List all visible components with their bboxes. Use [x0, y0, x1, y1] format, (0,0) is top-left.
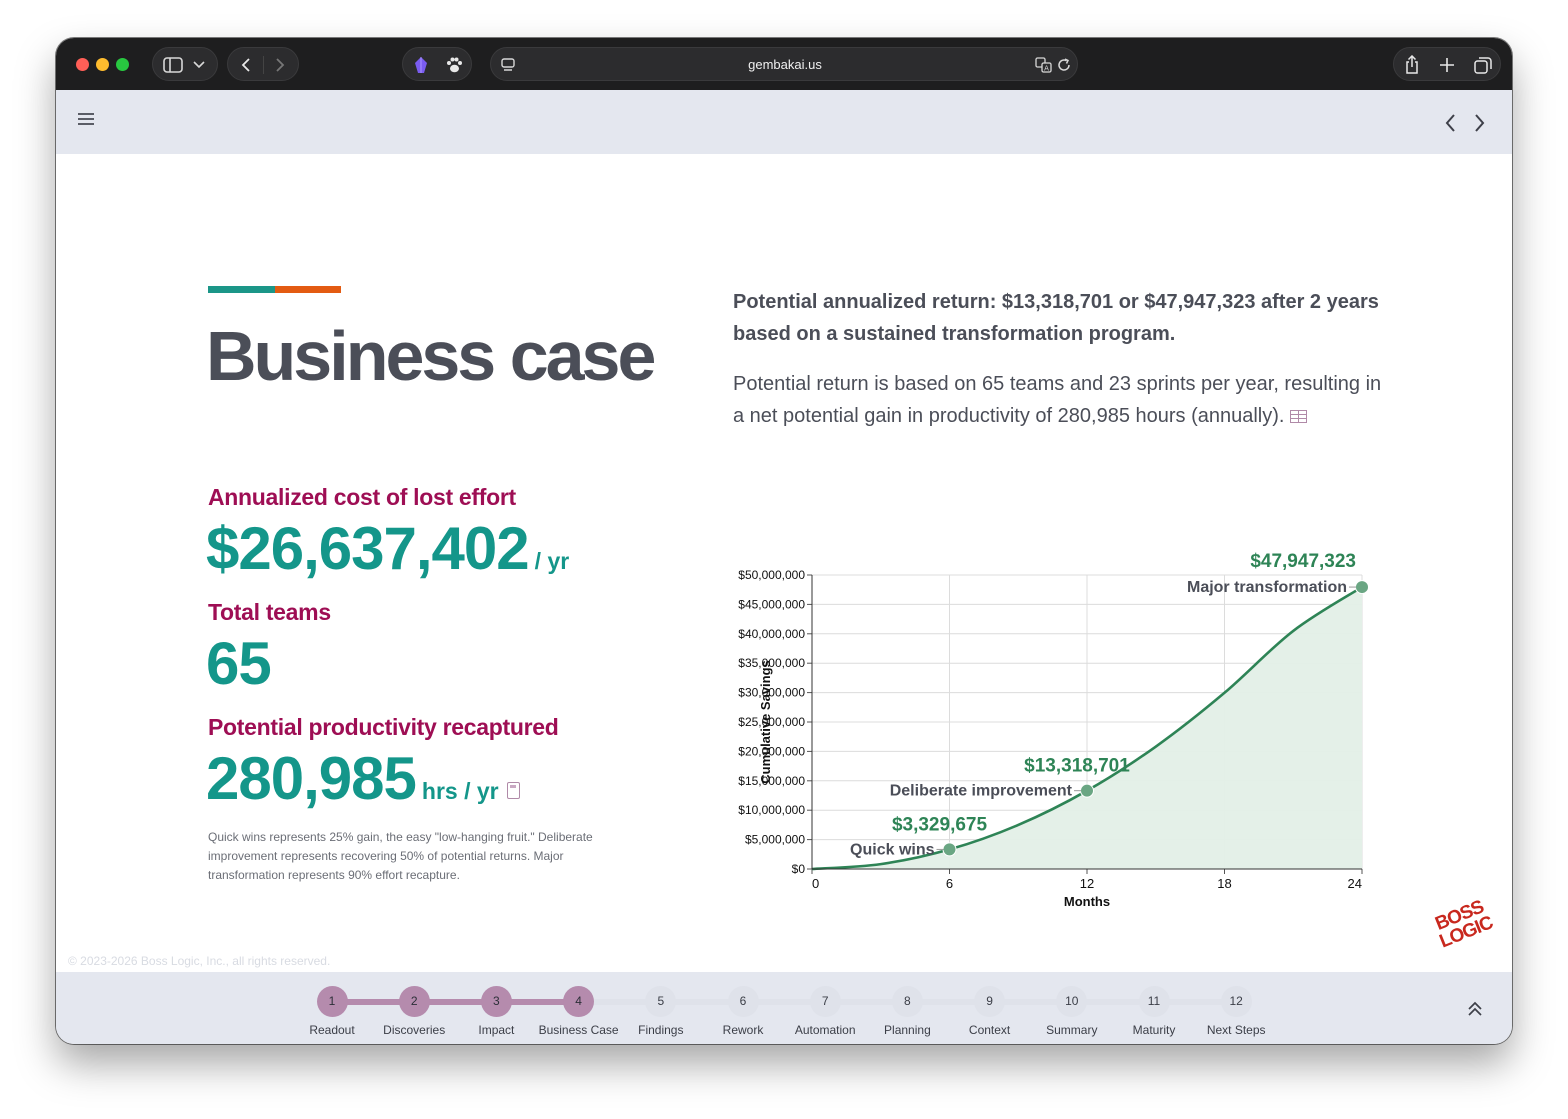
milestone-label: Major transformation — [1187, 579, 1347, 596]
step-number[interactable]: 10 — [1056, 986, 1088, 1017]
cost-value: $26,637,402/ yr — [206, 514, 569, 583]
x-tick-label: 0 — [812, 876, 819, 891]
reload-icon[interactable] — [1057, 58, 1071, 72]
url-text: gembakai.us — [748, 57, 822, 72]
progress-stepper: 1 Readout 2 Discoveries 3 Impact 4 Business Cas… — [56, 972, 1512, 1044]
table-icon[interactable] — [1290, 410, 1308, 423]
menu-icon[interactable] — [78, 113, 96, 127]
x-tick-label: 24 — [1348, 876, 1362, 891]
svg-text:A: A — [1044, 65, 1049, 73]
x-axis-label: Months — [1064, 894, 1110, 909]
chevron-up-double-icon[interactable] — [1466, 1000, 1484, 1018]
step-number[interactable]: 6 — [727, 986, 759, 1017]
teams-value: 65 — [206, 630, 272, 697]
app-header — [56, 90, 1512, 154]
extension-crystal-icon[interactable] — [413, 56, 429, 74]
productivity-label: Potential productivity recaptured — [208, 714, 559, 740]
milestone-point — [942, 842, 957, 857]
chevron-down-icon[interactable] — [193, 61, 205, 69]
previous-slide-icon[interactable] — [1444, 113, 1458, 133]
milestone-point — [1080, 783, 1094, 798]
extensions-group — [402, 47, 472, 81]
forward-icon[interactable] — [274, 57, 286, 73]
return-explanation-text: Potential return is based on 65 teams an… — [733, 373, 1382, 427]
stepper-step[interactable]: 12 Next Steps — [1181, 986, 1291, 1037]
x-tick-label: 12 — [1080, 876, 1094, 891]
share-icon[interactable] — [1404, 55, 1420, 74]
cost-amount: $26,637,402 — [206, 515, 530, 582]
new-tab-icon[interactable] — [1439, 57, 1455, 73]
tab-overview-icon[interactable] — [1474, 57, 1492, 74]
assumptions-note: Quick wins represents 25% gain, the easy… — [208, 830, 593, 882]
productivity-value: 280,985 hrs / yr — [206, 744, 520, 813]
title-accent-bar — [208, 286, 342, 293]
milestone-value: $3,329,675 — [892, 814, 988, 835]
y-tick-label: $5,000,000 — [745, 833, 805, 847]
y-tick-label: $50,000,000 — [738, 568, 805, 582]
step-number[interactable]: 9 — [974, 986, 1006, 1017]
productivity-unit: hrs / yr — [421, 778, 499, 804]
productivity-amount: 280,985 — [206, 745, 417, 812]
milestone-label: Deliberate improvement — [890, 783, 1073, 800]
sidebar-toggle-group — [152, 47, 218, 81]
milestone-point — [1355, 580, 1369, 595]
cost-label: Annualized cost of lost effort — [208, 484, 516, 510]
y-tick-label: $0 — [792, 862, 806, 876]
y-tick-label: $45,000,000 — [738, 597, 805, 611]
step-number[interactable]: 4 — [563, 986, 595, 1017]
y-tick-label: $40,000,000 — [738, 627, 805, 641]
copyright-text: © 2023-2026 Boss Logic, Inc., all rights… — [68, 954, 331, 968]
browser-toolbar: gembakai.us A — [56, 38, 1512, 90]
teams-label: Total teams — [208, 599, 331, 625]
return-summary: Potential annualized return: $13,318,701… — [733, 291, 1379, 345]
step-number[interactable]: 3 — [480, 986, 512, 1017]
zoom-window-button[interactable] — [116, 58, 129, 71]
step-label[interactable]: Next Steps — [1181, 1023, 1291, 1037]
step-number[interactable]: 1 — [316, 986, 348, 1017]
milestone-value: $47,947,323 — [1250, 551, 1356, 572]
step-number[interactable]: 12 — [1220, 986, 1252, 1017]
x-tick-label: 18 — [1217, 876, 1231, 891]
step-number[interactable]: 7 — [809, 986, 841, 1017]
calculator-icon[interactable] — [506, 782, 520, 799]
step-number[interactable]: 5 — [645, 986, 677, 1017]
savings-chart: $0$5,000,000$10,000,000$15,000,000$20,00… — [738, 551, 1369, 909]
step-number[interactable]: 8 — [891, 986, 923, 1017]
step-number[interactable]: 2 — [398, 986, 430, 1017]
sidebar-icon[interactable] — [163, 57, 183, 73]
window-actions-group — [1393, 47, 1501, 81]
close-window-button[interactable] — [76, 58, 89, 71]
address-bar[interactable]: gembakai.us A — [490, 47, 1078, 81]
y-tick-label: $10,000,000 — [738, 803, 805, 817]
x-tick-label: 6 — [946, 876, 953, 891]
milestone-label: Quick wins — [850, 841, 935, 858]
y-axis-label: Cumulative Savings — [758, 660, 773, 784]
browser-window: gembakai.us A Business case Annualized c… — [56, 38, 1512, 1044]
boss-logic-logo: BOSS LOGIC — [1427, 896, 1506, 968]
cost-unit: / yr — [534, 548, 570, 574]
history-nav-group — [227, 47, 299, 81]
minimize-window-button[interactable] — [96, 58, 109, 71]
translate-icon[interactable]: A — [1035, 57, 1053, 73]
next-slide-icon[interactable] — [1472, 113, 1486, 133]
milestone-value: $13,318,701 — [1024, 756, 1130, 777]
step-number[interactable]: 11 — [1138, 986, 1170, 1017]
return-explanation: Potential return is based on 65 teams an… — [733, 368, 1383, 432]
page-title: Business case — [206, 317, 656, 395]
back-icon[interactable] — [240, 57, 252, 73]
paw-icon[interactable] — [445, 56, 463, 74]
